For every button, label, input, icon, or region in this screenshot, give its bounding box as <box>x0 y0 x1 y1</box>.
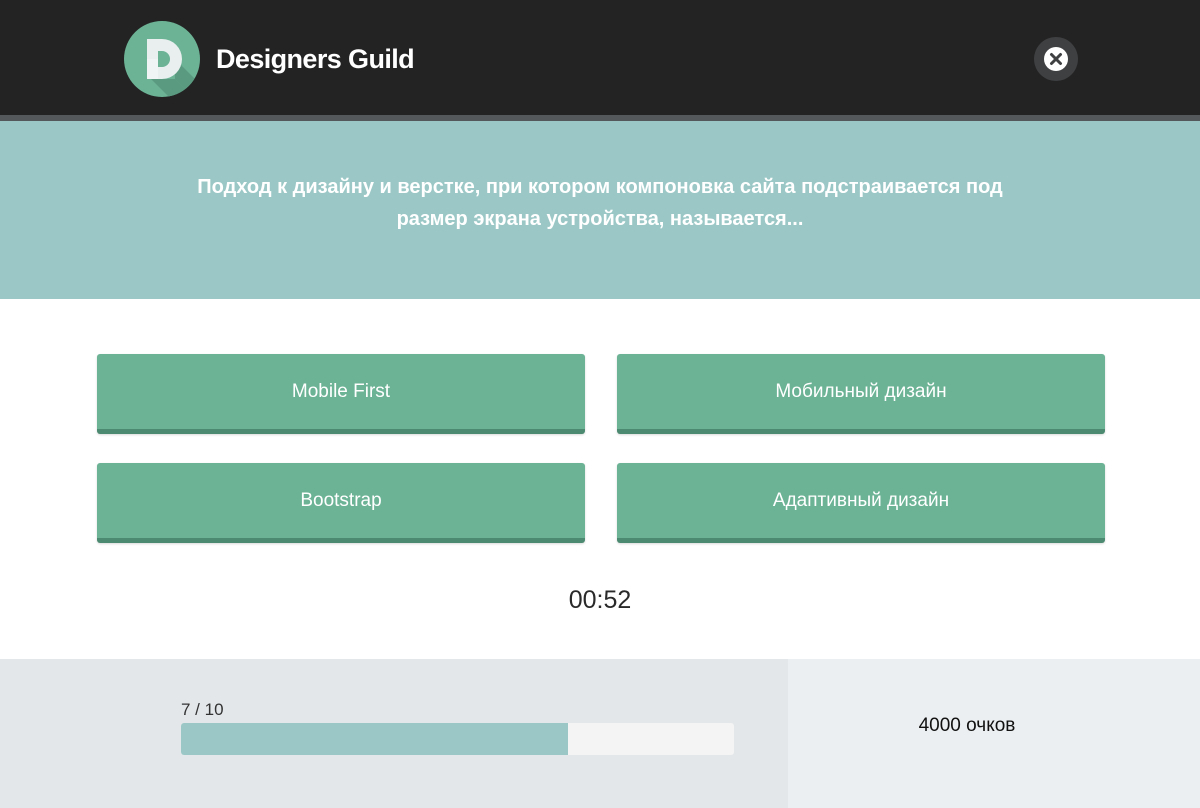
answer-option-3[interactable]: Bootstrap <box>97 463 585 543</box>
logo-icon <box>123 20 201 98</box>
progress-label: 7 / 10 <box>181 700 224 719</box>
brand-name: Designers Guild <box>216 44 415 74</box>
close-button[interactable] <box>1034 37 1078 81</box>
progress-bar-fill <box>181 723 569 755</box>
answer-option-1[interactable]: Mobile First <box>97 354 585 434</box>
progress-bar <box>181 723 734 755</box>
answer-option-2[interactable]: Мобильный дизайн <box>617 354 1105 434</box>
answer-option-4[interactable]: Адаптивный дизайн <box>617 463 1105 543</box>
score-value: 4000 очков <box>918 715 1016 736</box>
countdown-timer: 00:52 <box>568 586 632 614</box>
question-panel: Подход к дизайну и верстке, при котором … <box>0 121 1200 299</box>
close-icon <box>1044 47 1068 71</box>
question-text: Подход к дизайну и верстке, при котором … <box>197 176 1003 230</box>
